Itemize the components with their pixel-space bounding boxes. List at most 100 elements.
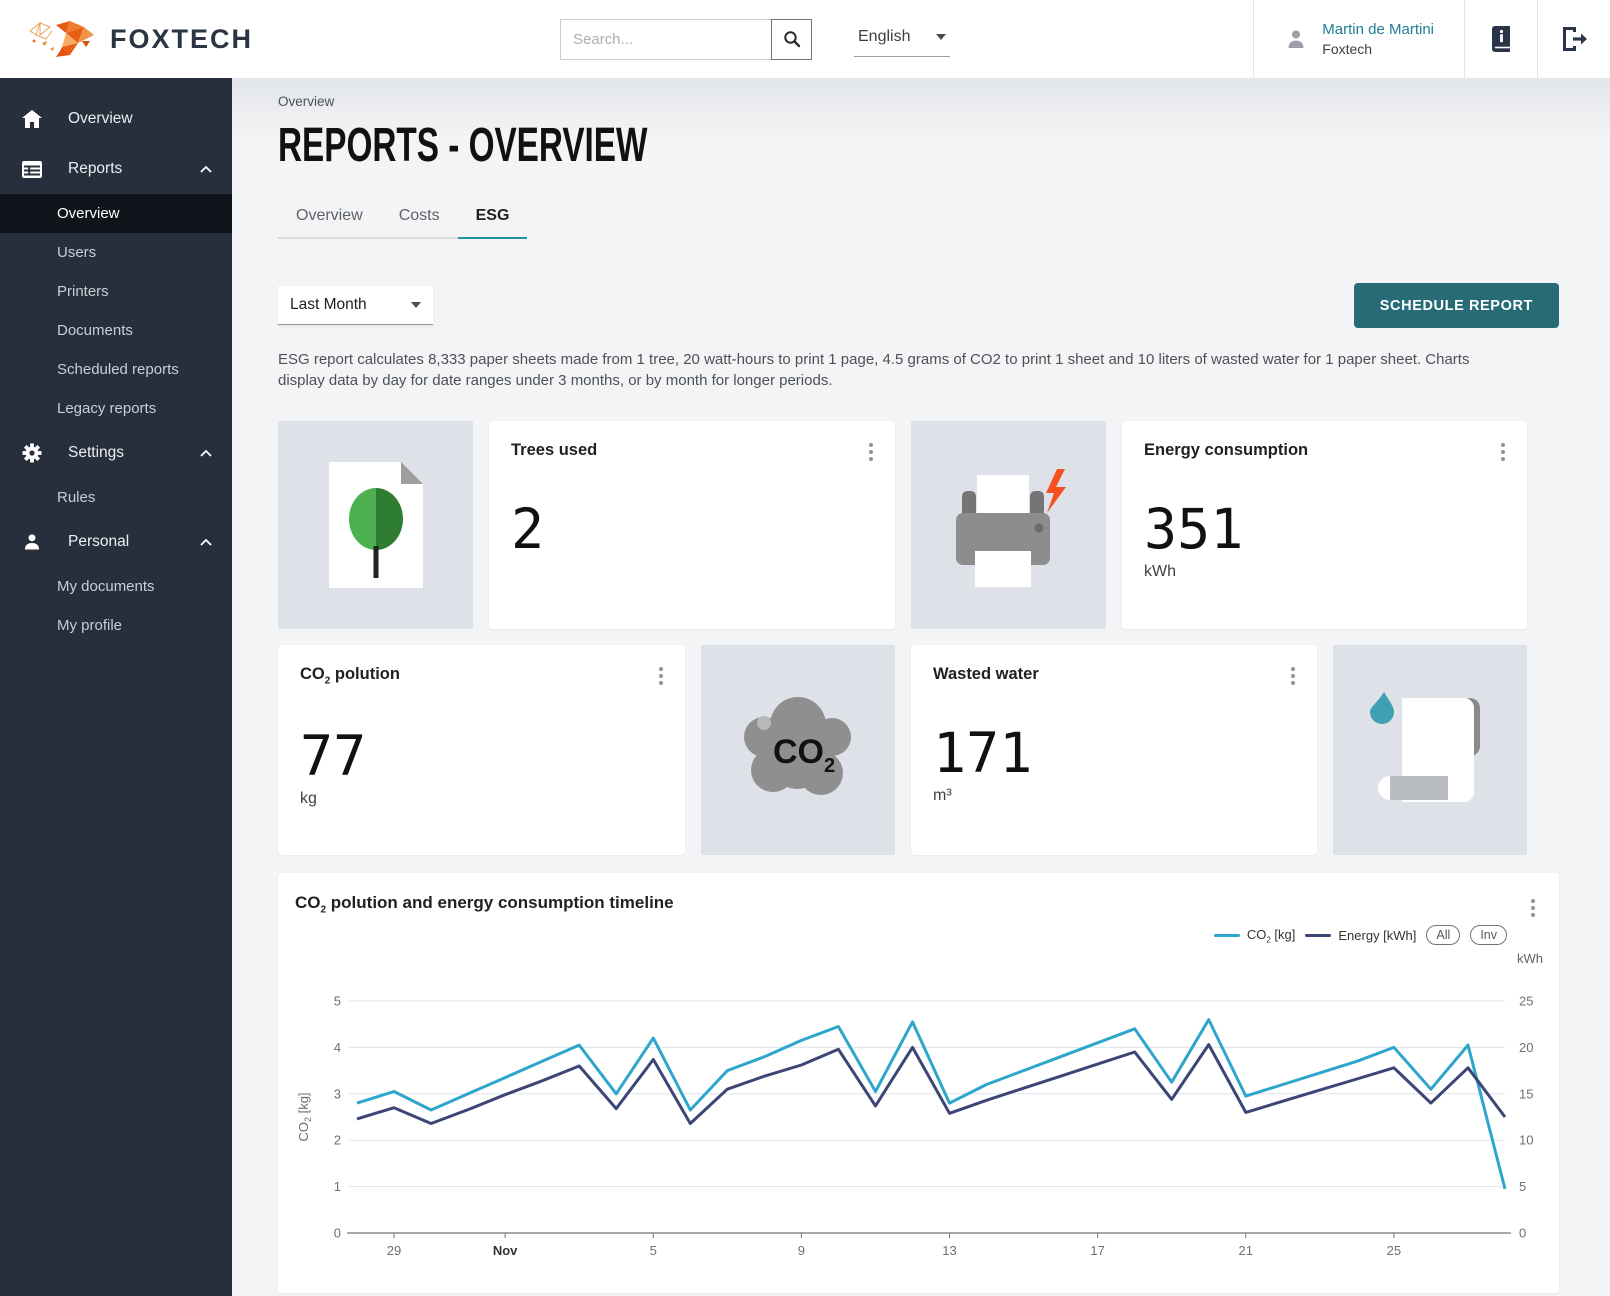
user-menu[interactable]: Martin de Martini Foxtech [1254,0,1464,78]
legend-inv-button[interactable]: Inv [1470,925,1507,945]
sidebar-subitem-rules[interactable]: Rules [0,478,232,517]
sidebar-item-reports[interactable]: Reports [0,144,232,194]
sidebar-subitem-printers[interactable]: Printers [0,272,232,311]
legend-all-button[interactable]: All [1426,925,1460,945]
sidebar-item-overview[interactable]: Overview [0,94,232,144]
tab-esg[interactable]: ESG [458,197,528,239]
svg-text:1: 1 [334,1179,341,1194]
trees-used-value: 2 [511,502,873,557]
search-input[interactable] [560,19,772,60]
svg-text:17: 17 [1090,1243,1104,1258]
foxtech-logo: FOXTECH [0,17,560,61]
svg-text:10: 10 [1519,1133,1533,1148]
energy-consumption-card: Energy consumption 351 kWh [1122,421,1527,629]
svg-text:15: 15 [1519,1087,1533,1102]
language-value: English [858,28,910,46]
chart-legend: CO2 [kg] Energy [kWh] All Inv [1214,925,1507,945]
energy-unit: kWh [1144,563,1505,581]
sidebar-subitem-my-profile[interactable]: My profile [0,606,232,645]
svg-text:0: 0 [1519,1226,1526,1241]
main-content: Overview REPORTS - OVERVIEW Overview Cos… [232,78,1610,1296]
sidebar-subitem-my-documents[interactable]: My documents [0,567,232,606]
tab-costs[interactable]: Costs [381,197,458,239]
sidebar-item-settings[interactable]: Settings [0,428,232,478]
reports-icon [22,161,42,178]
logout-button[interactable] [1538,0,1610,78]
svg-text:5: 5 [650,1243,657,1258]
breadcrumb: Overview [278,94,1559,109]
svg-text:Nov: Nov [493,1243,518,1258]
tree-page-icon [316,450,436,600]
svg-text:21: 21 [1239,1243,1253,1258]
svg-text:13: 13 [942,1243,956,1258]
kebab-menu-button[interactable] [655,663,667,689]
fox-logo-icon [26,17,100,61]
legend-item-energy[interactable]: Energy [kWh] [1305,928,1416,943]
card-title: CO2 polution [300,665,663,686]
search-icon [783,30,801,48]
wasted-water-card: Wasted water 171 m³ [911,645,1317,855]
water-value: 171 [933,726,1295,781]
logout-icon [1561,27,1587,51]
right-axis-title: kWh [1517,951,1543,966]
sidebar-subitem-documents[interactable]: Documents [0,311,232,350]
sidebar-subitem-users[interactable]: Users [0,233,232,272]
legend-item-co2[interactable]: CO2 [kg] [1214,927,1296,945]
stats-row-1: Trees used 2 Energy consumption 351 kWh [278,421,1559,629]
search-group [560,19,812,60]
esg-description: ESG report calculates 8,333 paper sheets… [278,350,1518,391]
energy-line-swatch [1305,934,1331,937]
tab-bar: Overview Costs ESG [278,197,527,239]
avatar-icon [1284,27,1308,51]
svg-text:25: 25 [1519,994,1533,1009]
water-illustration-card [1333,645,1527,855]
search-button[interactable] [771,19,812,60]
svg-text:4: 4 [334,1040,341,1055]
kebab-menu-button[interactable] [1287,663,1299,689]
sidebar-subitem-scheduled-reports[interactable]: Scheduled reports [0,350,232,389]
svg-text:5: 5 [1519,1179,1526,1194]
water-unit: m³ [933,787,1295,805]
sidebar-subitem-reports-overview[interactable]: Overview [0,194,232,233]
svg-text:5: 5 [334,994,341,1009]
user-name: Martin de Martini [1322,20,1434,40]
home-icon [22,110,42,128]
period-select[interactable]: Last Month [278,286,433,325]
sidebar-item-personal[interactable]: Personal [0,517,232,567]
svg-text:3: 3 [334,1087,341,1102]
svg-text:2: 2 [334,1133,341,1148]
co2-value: 77 [300,729,663,784]
gear-icon [22,443,42,463]
chevron-up-icon [200,450,212,457]
card-title: Trees used [511,441,873,460]
co2-unit: kg [300,790,663,808]
controls-row: Last Month SCHEDULE REPORT [278,283,1559,328]
card-title: Energy consumption [1144,441,1505,460]
svg-text:0: 0 [334,1226,341,1241]
kebab-menu-button[interactable] [1497,439,1509,465]
schedule-report-button[interactable]: SCHEDULE REPORT [1354,283,1559,328]
chart-title: CO2 polution and energy consumption time… [295,893,674,915]
svg-text:CO2 [kg]: CO2 [kg] [296,1093,313,1142]
printer-energy-icon [944,455,1074,595]
sidebar-subitem-legacy-reports[interactable]: Legacy reports [0,389,232,428]
language-select[interactable]: English [854,22,950,57]
chevron-down-icon [411,302,421,308]
water-paper-icon [1360,680,1500,820]
app-header: FOXTECH English Martin de Martini Foxtec… [0,0,1610,78]
manual-book-icon [1489,26,1513,52]
kebab-menu-button[interactable] [865,439,877,465]
co2-illustration-card: CO2 [701,645,895,855]
svg-text:9: 9 [798,1243,805,1258]
manual-button[interactable] [1465,0,1537,78]
person-icon [22,532,42,552]
tab-overview[interactable]: Overview [278,197,381,239]
user-organization: Foxtech [1322,40,1434,58]
svg-text:29: 29 [387,1243,401,1258]
co2-polution-card: CO2 polution 77 kg [278,645,685,855]
stats-row-2: CO2 polution 77 kg CO2 Wast [278,645,1559,855]
chart-kebab-menu-button[interactable] [1527,895,1539,921]
chevron-up-icon [200,166,212,173]
page-title: REPORTS - OVERVIEW [278,117,1226,173]
chevron-down-icon [936,34,946,40]
